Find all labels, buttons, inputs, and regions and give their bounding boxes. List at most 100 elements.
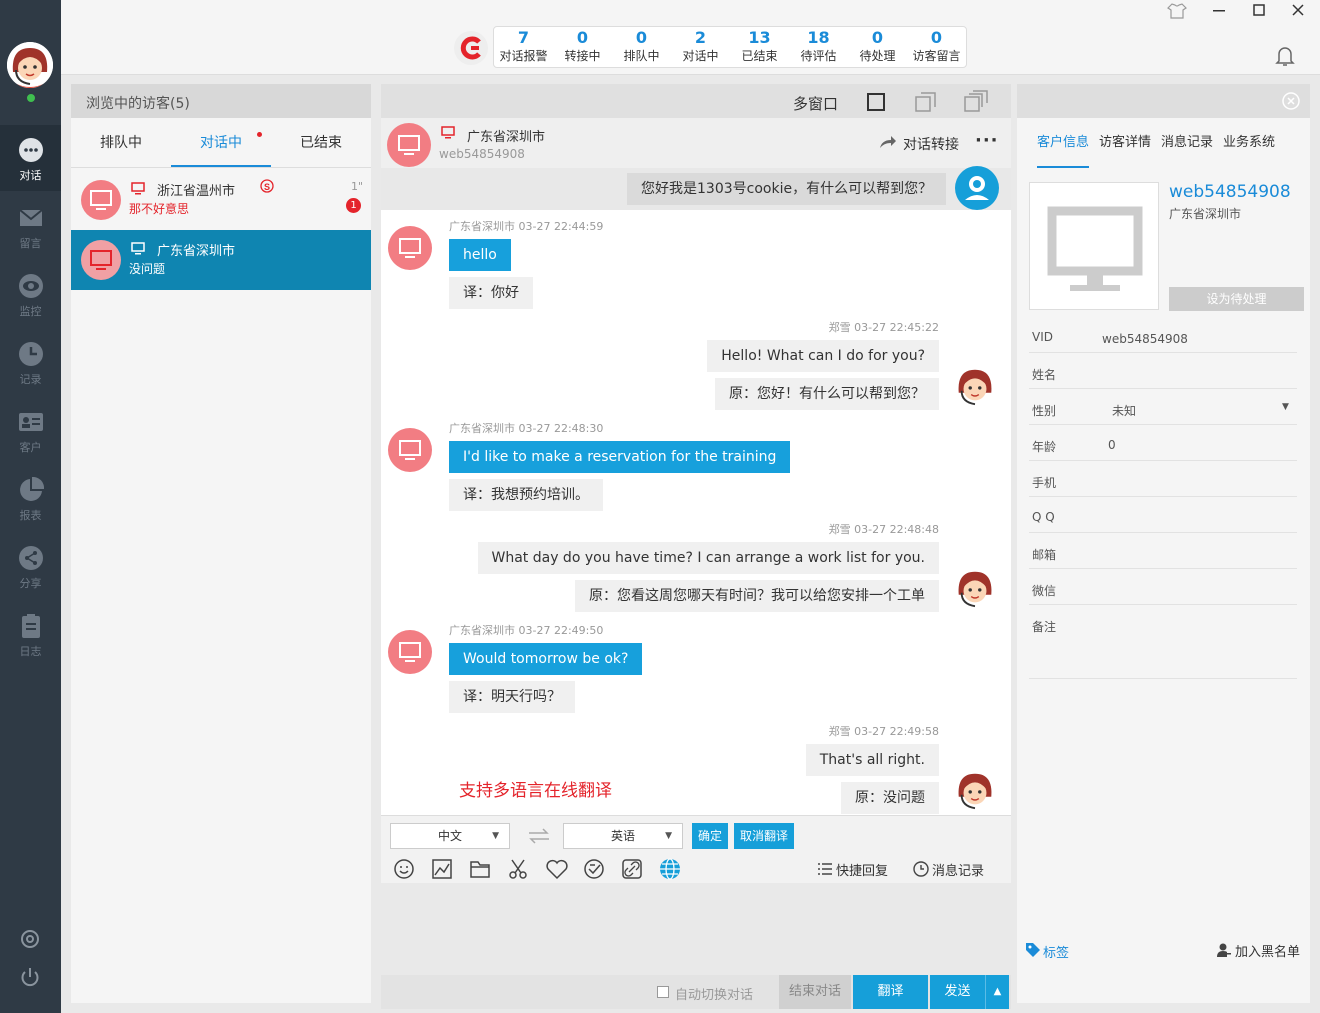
blacklist-button[interactable]: 加入黑名单 xyxy=(1235,941,1300,960)
send-options-icon[interactable]: ▲ xyxy=(985,975,1009,1009)
nav-messages-label: 留言 xyxy=(19,237,42,250)
stat-visitor-messages[interactable]: 0 访客留言 xyxy=(907,27,966,67)
cancel-translate-button[interactable]: 取消翻译 xyxy=(734,823,794,849)
nav-customers[interactable]: 客户 xyxy=(0,397,61,463)
swap-language-icon[interactable] xyxy=(527,827,551,845)
nav-logs[interactable]: 日志 xyxy=(0,601,61,667)
stat-queueing[interactable]: 0 排队中 xyxy=(612,27,671,67)
contact-card-icon xyxy=(18,413,43,431)
target-language-select[interactable]: 英语 ▼ xyxy=(563,823,683,849)
stat-evaluate[interactable]: 18 待评估 xyxy=(789,27,848,67)
tab-chatting[interactable]: 对话中 xyxy=(171,118,271,167)
folder-icon[interactable] xyxy=(469,858,491,880)
tab-customer-info[interactable]: 客户信息 xyxy=(1037,118,1090,168)
bell-icon[interactable] xyxy=(1275,45,1295,67)
visitor-message-avatar xyxy=(388,226,432,270)
field-label: 微信 xyxy=(1032,584,1057,598)
share-icon xyxy=(18,546,43,570)
app-logo-icon xyxy=(454,31,488,65)
mail-icon xyxy=(18,209,43,226)
customer-photo xyxy=(1029,182,1159,310)
nav-records[interactable]: 记录 xyxy=(0,329,61,395)
single-window-icon[interactable] xyxy=(867,93,885,111)
end-chat-button[interactable]: 结束对话 xyxy=(779,975,851,1009)
nav-reports[interactable]: 报表 xyxy=(0,465,61,531)
nav-customers-label: 客户 xyxy=(19,441,42,454)
tab-ended[interactable]: 已结束 xyxy=(271,118,371,167)
link-icon[interactable] xyxy=(621,858,643,880)
minimize-icon[interactable] xyxy=(1213,9,1227,13)
heart-icon[interactable] xyxy=(545,858,569,880)
translate-button[interactable]: 翻译 xyxy=(853,975,928,1009)
send-button[interactable]: 发送 xyxy=(930,975,985,1009)
confirm-translate-button[interactable]: 确定 xyxy=(692,823,728,849)
age-input[interactable]: 0 xyxy=(1108,438,1116,452)
svg-text:S: S xyxy=(264,182,270,192)
two-window-icon[interactable] xyxy=(915,92,937,112)
tab-visitor-details[interactable]: 访客详情 xyxy=(1099,118,1151,168)
field-divider xyxy=(1029,604,1297,605)
chat-messages: 广东省深圳市 03-27 22:44:59 hello 译：你好 郑雪 03-2… xyxy=(381,210,1011,815)
visitor-message-bubble: hello xyxy=(449,239,511,271)
tag-button[interactable]: 标签 xyxy=(1043,942,1069,961)
robot-icon xyxy=(965,176,989,200)
original-bubble: 原：您看这周您哪天有时间？我可以给您安排一个工单 xyxy=(575,580,939,612)
message-history-button[interactable]: 消息记录 xyxy=(932,860,984,879)
nav-monitor[interactable]: 监控 xyxy=(0,261,61,327)
scissors-icon[interactable] xyxy=(507,858,529,880)
nav-records-label: 记录 xyxy=(19,373,42,386)
multi-window-icon[interactable] xyxy=(964,90,988,112)
source-language-select[interactable]: 中文 ▼ xyxy=(390,823,510,849)
set-pending-button[interactable]: 设为待处理 xyxy=(1169,287,1304,311)
pie-chart-icon xyxy=(19,477,44,501)
desktop-icon xyxy=(131,242,145,255)
transfer-icon[interactable] xyxy=(879,135,897,149)
sidebar: 对话 留言 监控 记录 客户 报表 分享 日志 xyxy=(0,0,61,1013)
translation-bubble: 译：你好 xyxy=(449,277,533,309)
evaluate-icon[interactable] xyxy=(583,858,605,880)
agent-avatar[interactable] xyxy=(7,42,53,88)
message-input[interactable] xyxy=(381,883,1011,975)
nav-logs-label: 日志 xyxy=(19,645,42,658)
tab-chatting-label: 对话中 xyxy=(200,135,242,151)
greeting-area: 您好我是1303号cookie，有什么可以帮到您？ xyxy=(381,166,1011,210)
gender-select[interactable]: 未知 xyxy=(1112,402,1136,419)
close-panel-icon[interactable] xyxy=(1282,92,1300,110)
auto-switch-checkbox[interactable] xyxy=(657,986,669,998)
translate-globe-icon[interactable] xyxy=(659,858,681,880)
tab-business-system[interactable]: 业务系统 xyxy=(1223,118,1275,168)
nav-chat[interactable]: 对话 xyxy=(0,125,61,191)
close-window-icon[interactable] xyxy=(1292,4,1306,18)
power-icon[interactable] xyxy=(19,966,41,988)
maximize-icon[interactable] xyxy=(1253,4,1267,18)
emoji-icon[interactable] xyxy=(393,858,415,880)
nav-messages[interactable]: 留言 xyxy=(0,193,61,259)
chat-visitor-location: 广东省深圳市 xyxy=(467,130,546,145)
monitor-icon xyxy=(399,238,421,258)
stat-pending[interactable]: 0 待处理 xyxy=(848,27,907,67)
stat-transferring[interactable]: 0 转接中 xyxy=(553,27,612,67)
customer-name: web54854908 xyxy=(1169,182,1291,202)
settings-icon[interactable] xyxy=(19,928,41,950)
image-icon[interactable] xyxy=(431,858,453,880)
skin-icon[interactable] xyxy=(1167,3,1187,19)
nav-share[interactable]: 分享 xyxy=(0,533,61,599)
agent-message-bubble: Hello! What can I do for you? xyxy=(707,340,939,372)
visitor-item[interactable]: 浙江省温州市 S 那不好意思 1" 1 xyxy=(71,170,371,230)
nav-chat-label: 对话 xyxy=(19,169,42,182)
stat-chatting[interactable]: 2 对话中 xyxy=(671,27,730,67)
multi-window-label[interactable]: 多窗口 xyxy=(793,93,838,114)
chat-panel: 多窗口 广东省深圳市 web54854908 对话转接 ··· 您好我是1303… xyxy=(381,84,1011,1009)
stat-ended[interactable]: 13 已结束 xyxy=(730,27,789,67)
tab-queueing[interactable]: 排队中 xyxy=(71,118,171,167)
quick-reply-button[interactable]: 快捷回复 xyxy=(836,860,888,879)
customer-location: 广东省深圳市 xyxy=(1169,207,1242,221)
visitor-item-selected[interactable]: 广东省深圳市 没问题 xyxy=(71,230,371,290)
stat-alarm[interactable]: 7 对话报警 xyxy=(494,27,553,67)
more-icon[interactable]: ··· xyxy=(975,130,999,151)
transfer-button[interactable]: 对话转接 xyxy=(903,134,959,154)
tab-message-history[interactable]: 消息记录 xyxy=(1161,118,1213,168)
field-divider xyxy=(1029,678,1297,679)
field-vid-value: web54854908 xyxy=(1102,332,1188,346)
chevron-down-icon: ▼ xyxy=(665,831,672,841)
